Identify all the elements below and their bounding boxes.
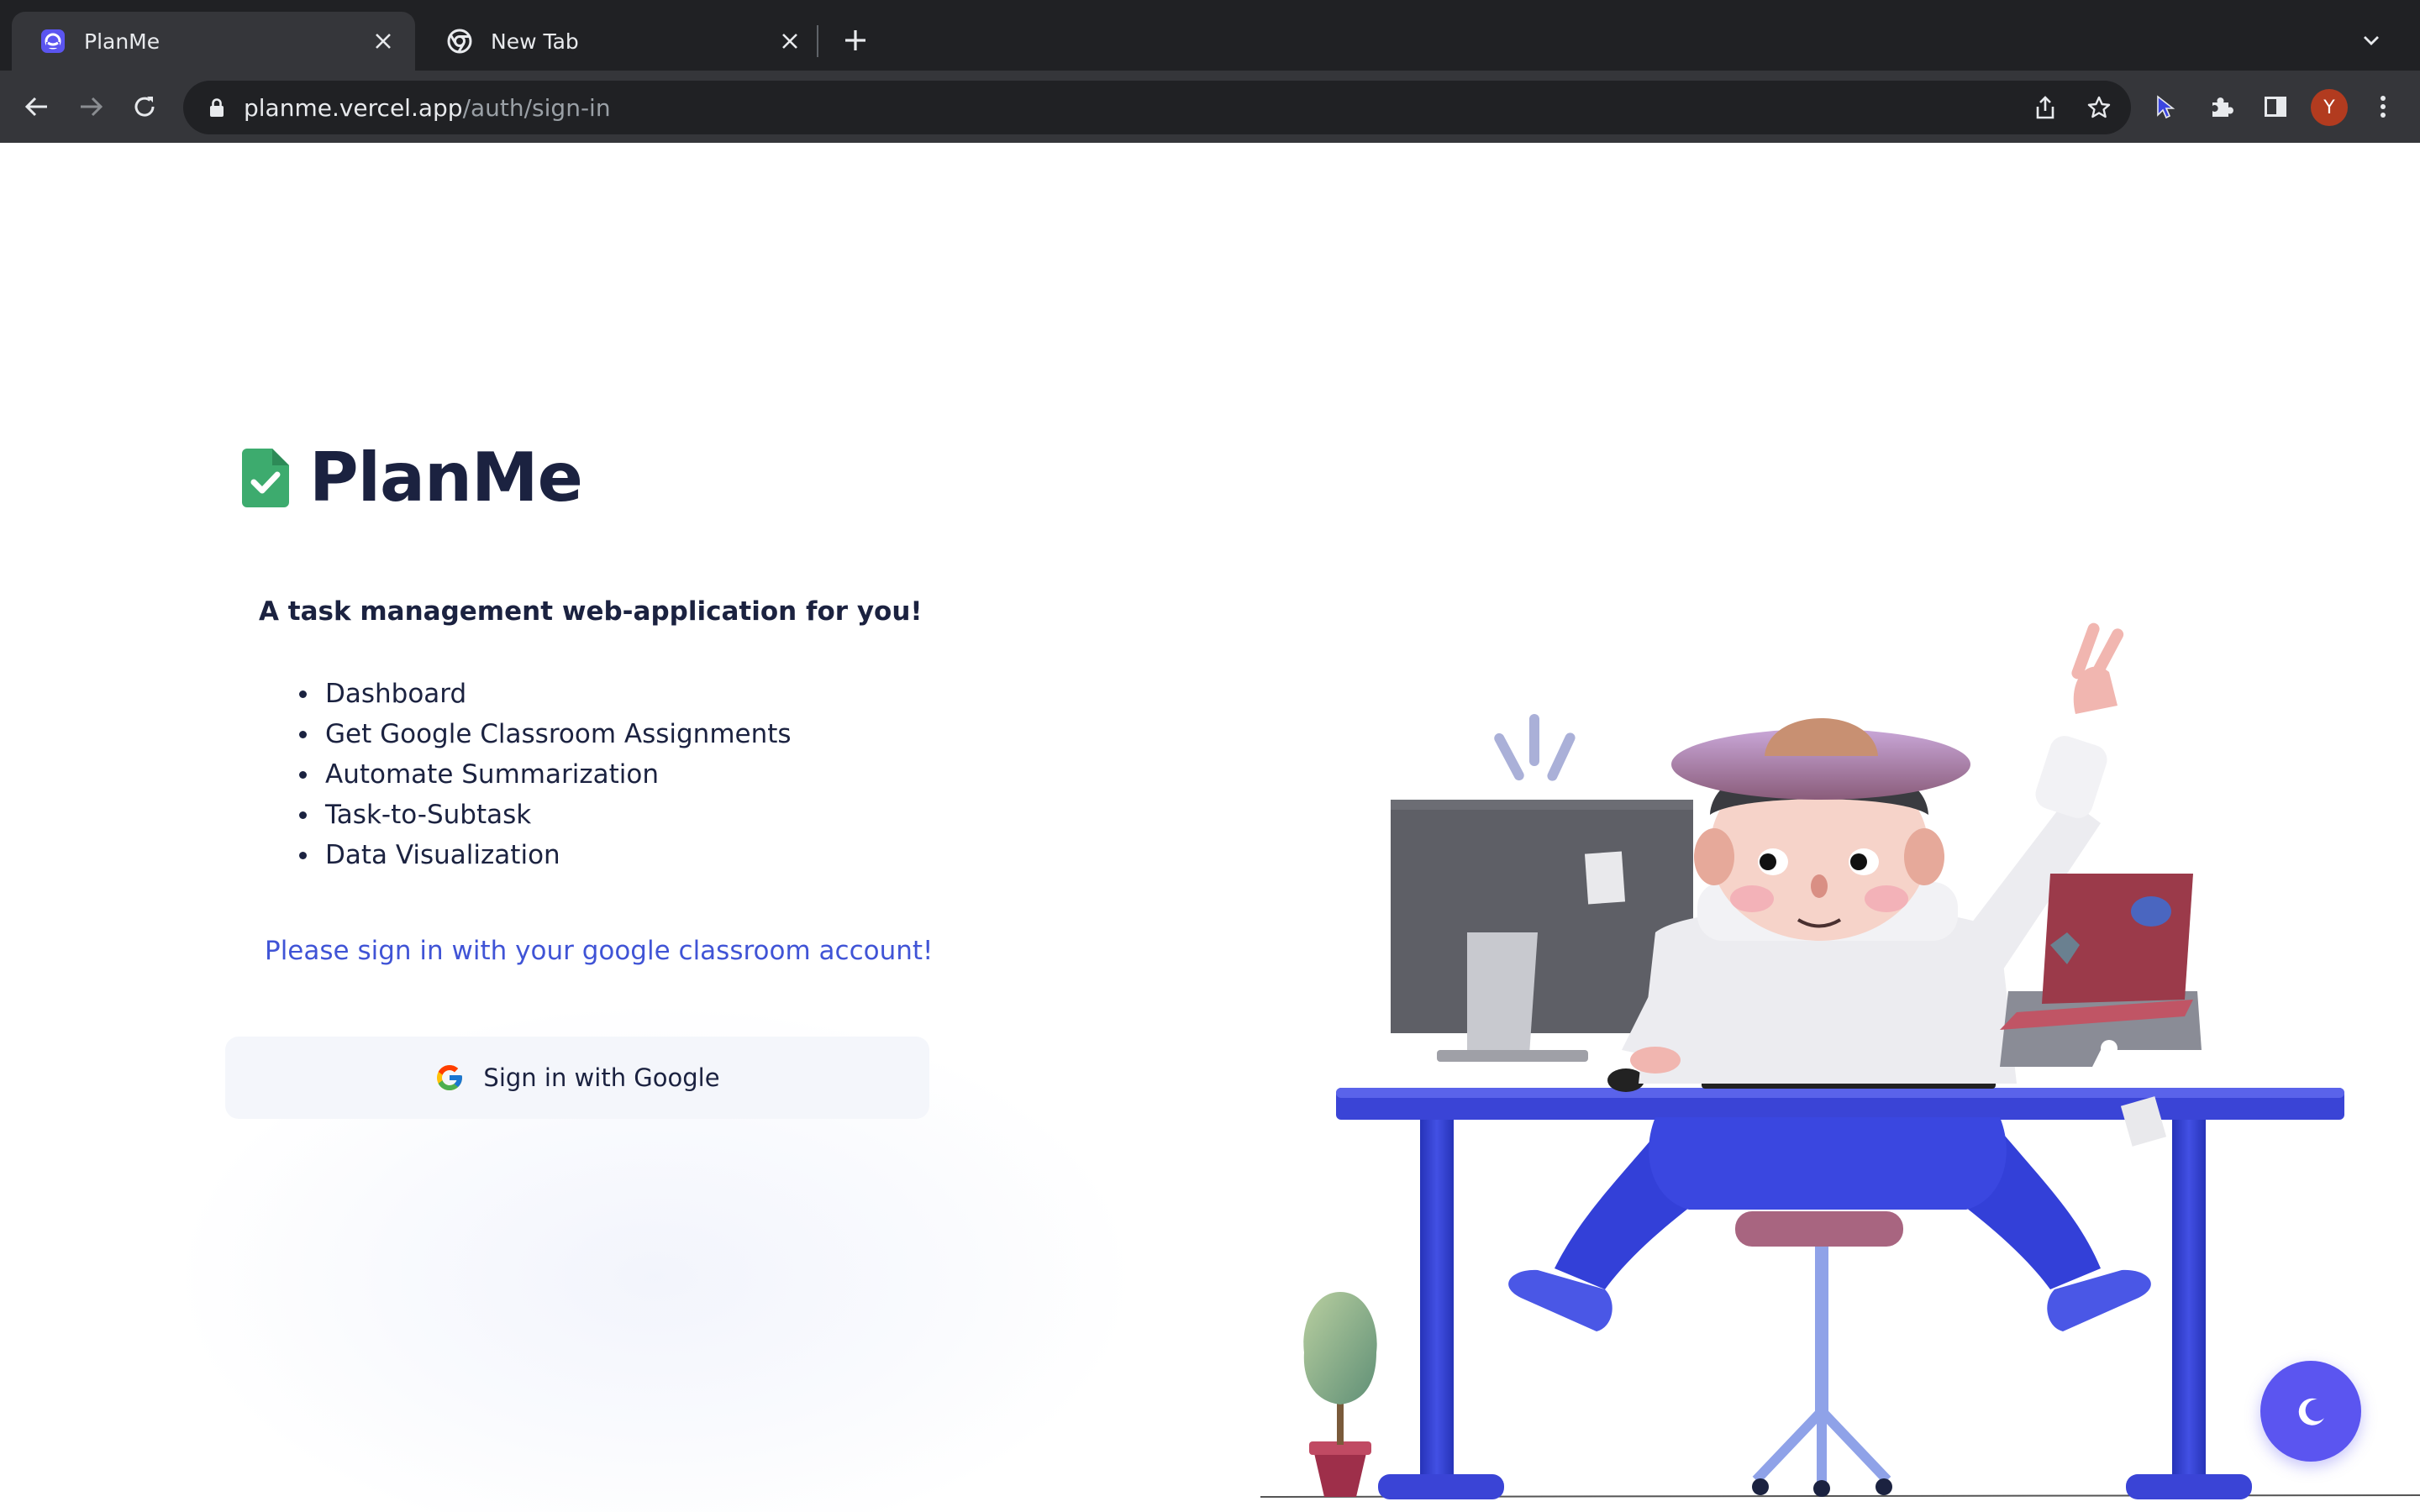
tagline: A task management web-application for yo… xyxy=(259,596,923,627)
new-tab-button[interactable] xyxy=(837,22,874,59)
feature-item: Data Visualization xyxy=(299,835,792,875)
browser-chrome: PlanMe New Tab planme.vercel.app/auth/si… xyxy=(0,0,2420,143)
google-button-label: Sign in with Google xyxy=(483,1063,720,1092)
google-g-icon xyxy=(437,1065,463,1090)
feature-item: Get Google Classroom Assignments xyxy=(299,714,792,754)
chevron-down-icon xyxy=(2364,36,2379,45)
tab-title: PlanMe xyxy=(84,29,160,54)
url-path: /auth/sign-in xyxy=(462,93,611,122)
reload-icon xyxy=(134,97,155,117)
tab-title: New Tab xyxy=(491,29,579,54)
moon-icon xyxy=(2298,1398,2324,1425)
share-icon[interactable] xyxy=(2027,89,2064,126)
more-menu-icon[interactable] xyxy=(2365,88,2402,125)
side-panel-icon[interactable] xyxy=(2257,88,2294,125)
person-at-desk-illustration xyxy=(1260,622,2420,1499)
arrow-right-icon xyxy=(81,97,103,117)
close-tab-icon[interactable] xyxy=(775,26,805,56)
url-domain: planme.vercel.app xyxy=(244,93,463,122)
feature-item: Task-to-Subtask xyxy=(299,795,792,835)
reload-button[interactable] xyxy=(126,88,163,125)
tab-search-button[interactable] xyxy=(2353,22,2390,59)
plus-icon xyxy=(845,30,865,50)
bookmark-star-icon[interactable] xyxy=(2081,89,2118,126)
profile-avatar[interactable]: Y xyxy=(2311,89,2348,126)
close-tab-icon[interactable] xyxy=(368,26,398,56)
sign-in-page: PlanMe A task management web-application… xyxy=(0,143,2420,1512)
address-bar[interactable]: planme.vercel.app/auth/sign-in xyxy=(183,81,2131,134)
feature-item: Automate Summarization xyxy=(299,754,792,795)
tab-new-tab[interactable]: New Tab xyxy=(418,12,822,71)
brand-name: PlanMe xyxy=(309,438,583,517)
document-check-icon xyxy=(242,448,289,507)
url-text: planme.vercel.app/auth/sign-in xyxy=(244,94,611,122)
theme-toggle-button[interactable] xyxy=(2260,1361,2361,1462)
sign-in-prompt: Please sign in with your google classroo… xyxy=(265,936,934,966)
extensions-puzzle-icon[interactable] xyxy=(2203,88,2240,125)
arrow-left-icon xyxy=(24,97,47,117)
feature-item: Dashboard xyxy=(299,674,792,714)
brand-header: PlanMe xyxy=(242,438,583,517)
lock-icon[interactable] xyxy=(200,97,234,118)
tab-separator xyxy=(817,25,818,57)
tab-strip: PlanMe New Tab xyxy=(0,0,2420,71)
back-button[interactable] xyxy=(18,88,55,125)
browser-toolbar: planme.vercel.app/auth/sign-in Y xyxy=(0,71,2420,143)
sign-in-with-google-button[interactable]: Sign in with Google xyxy=(225,1037,929,1119)
forward-button[interactable] xyxy=(72,88,109,125)
planme-favicon-icon xyxy=(40,29,66,54)
cursor-extension-icon[interactable] xyxy=(2146,88,2183,125)
feature-list: Dashboard Get Google Classroom Assignmen… xyxy=(299,674,792,875)
tab-planme[interactable]: PlanMe xyxy=(12,12,415,71)
chrome-icon xyxy=(447,29,472,54)
